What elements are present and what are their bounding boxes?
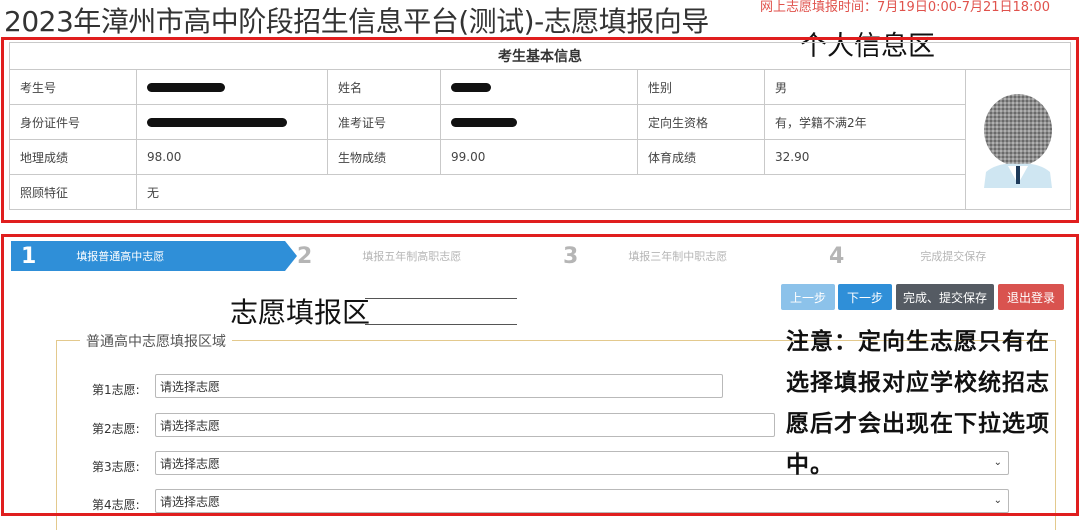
wish-area-highlight bbox=[1, 234, 1079, 516]
page-title: 2023年漳州市高中阶段招生信息平台(测试)-志愿填报向导 bbox=[4, 5, 709, 38]
personal-area-highlight bbox=[1, 37, 1079, 223]
deadline-text: 网上志愿填报时间：7月19日0:00-7月21日18:00 bbox=[760, 0, 1050, 15]
